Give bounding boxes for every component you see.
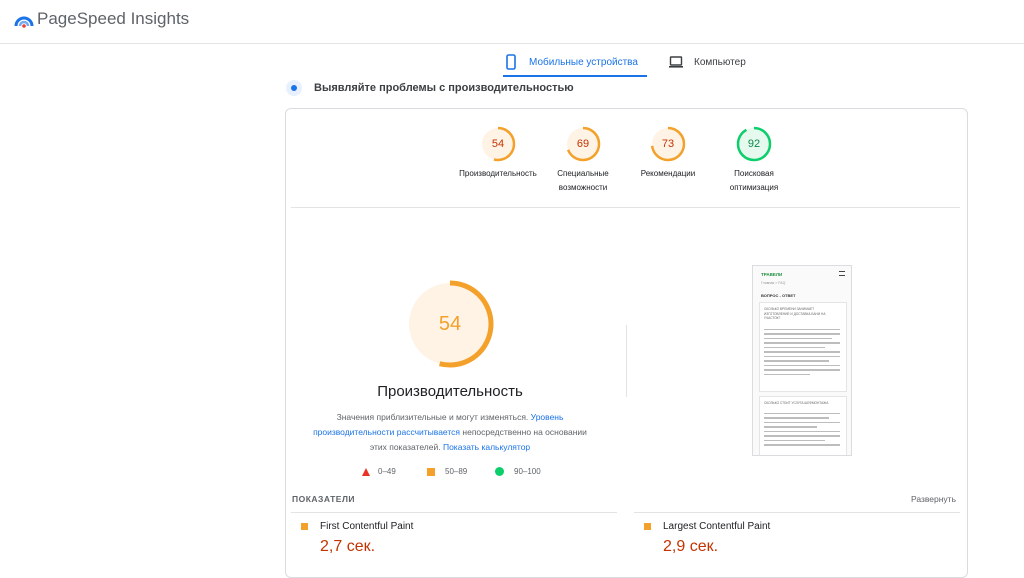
legend-average-label: 50–89 — [445, 467, 468, 476]
screenshot-brand: ТРАВЕЛИ — [761, 272, 783, 277]
category-label-line: оптимизация — [729, 183, 779, 192]
category-score: 92 — [747, 138, 761, 150]
screenshot-question-1: СКОЛЬКО ВРЕМЕНИ ЗАНИМАЕТ ИЗГОТОВЛЕНИЕ И … — [764, 307, 826, 320]
top-bar: PageSpeed Insights — [0, 0, 1024, 44]
expand-toggle[interactable]: Развернуть — [911, 494, 956, 504]
category-score: 54 — [491, 138, 505, 150]
performance-gauge: 54 — [406, 280, 494, 368]
screenshot-faq-item: СКОЛЬКО ВРЕМЕНИ ЗАНИМАЕТ ИЗГОТОВЛЕНИЕ И … — [759, 302, 847, 392]
tab-mobile-label: Мобильные устройства — [529, 56, 638, 68]
orange-square-icon — [427, 467, 435, 476]
legend-fail-label: 0–49 — [378, 467, 396, 476]
pagespeed-logo-icon[interactable] — [14, 12, 34, 28]
vertical-divider — [626, 325, 627, 397]
category-gauge[interactable]: 92 — [736, 126, 772, 162]
category-score: 69 — [576, 138, 590, 150]
diagnostics-icon — [286, 80, 302, 96]
metric-name: Largest Contentful Paint — [663, 521, 771, 532]
hamburger-menu-icon — [839, 271, 845, 276]
category-label: Рекомендации — [618, 167, 718, 181]
green-circle-icon — [495, 467, 504, 476]
indicators-heading: ПОКАЗАТЕЛИ — [292, 494, 356, 504]
page-screenshot: ТРАВЕЛИ Главная > FAQ ВОПРОС - ОТВЕТ СКО… — [752, 265, 852, 456]
app-title[interactable]: PageSpeed Insights — [37, 9, 189, 29]
metric-value: 2,9 сек. — [663, 538, 719, 555]
legend-fail: 0–49 — [362, 467, 396, 476]
category-label-line: возможности — [558, 183, 608, 192]
screenshot-answer-lines — [764, 329, 840, 378]
metric-divider — [291, 512, 617, 513]
legend-pass: 90–100 — [495, 467, 541, 476]
screenshot-answer-lines — [764, 413, 840, 449]
legend-average: 50–89 — [427, 467, 467, 476]
divider — [291, 207, 960, 208]
tab-desktop-label: Компьютер — [694, 56, 746, 68]
smartphone-icon — [506, 54, 516, 70]
category-label-line: Поисковая — [734, 169, 774, 178]
section-heading-text: Выявляйте проблемы с производительностью — [314, 82, 574, 94]
legend-pass-label: 90–100 — [514, 467, 541, 476]
metric-value: 2,7 сек. — [320, 538, 376, 555]
orange-square-icon — [644, 523, 651, 530]
orange-square-icon — [301, 523, 308, 530]
laptop-icon — [669, 56, 683, 68]
red-triangle-icon — [362, 467, 370, 476]
screenshot-heading: ВОПРОС - ОТВЕТ — [761, 293, 796, 298]
section-heading: Выявляйте проблемы с производительностью — [286, 80, 574, 96]
show-calculator-link[interactable]: Показать калькулятор — [443, 442, 530, 452]
metric-divider — [634, 512, 960, 513]
category-label-line: Рекомендации — [640, 169, 696, 178]
screenshot-question-2: СКОЛЬКО СТОИТ УСЛУГА ШЕФМОНТАЖА — [764, 401, 829, 405]
metric-name: First Contentful Paint — [320, 521, 414, 532]
performance-title: Производительность — [377, 383, 523, 400]
screenshot-faq-item: СКОЛЬКО СТОИТ УСЛУГА ШЕФМОНТАЖА — [759, 396, 847, 455]
category-score: 73 — [661, 138, 675, 150]
screenshot-breadcrumb: Главная > FAQ — [761, 281, 786, 285]
tab-desktop[interactable]: Компьютер — [668, 50, 758, 74]
performance-description: Значения приблизительные и могут изменят… — [305, 410, 595, 455]
active-tab-indicator — [503, 75, 647, 77]
tab-mobile[interactable]: Мобильные устройства — [503, 50, 647, 77]
category-gauge[interactable]: 73 — [650, 126, 686, 162]
category-gauge[interactable]: 54 — [480, 126, 516, 162]
category-gauge[interactable]: 69 — [565, 126, 601, 162]
performance-score: 54 — [438, 313, 462, 335]
performance-desc-prefix: Значения приблизительные и могут изменят… — [336, 412, 529, 422]
category-label: Поисковая оптимизация — [704, 167, 804, 195]
